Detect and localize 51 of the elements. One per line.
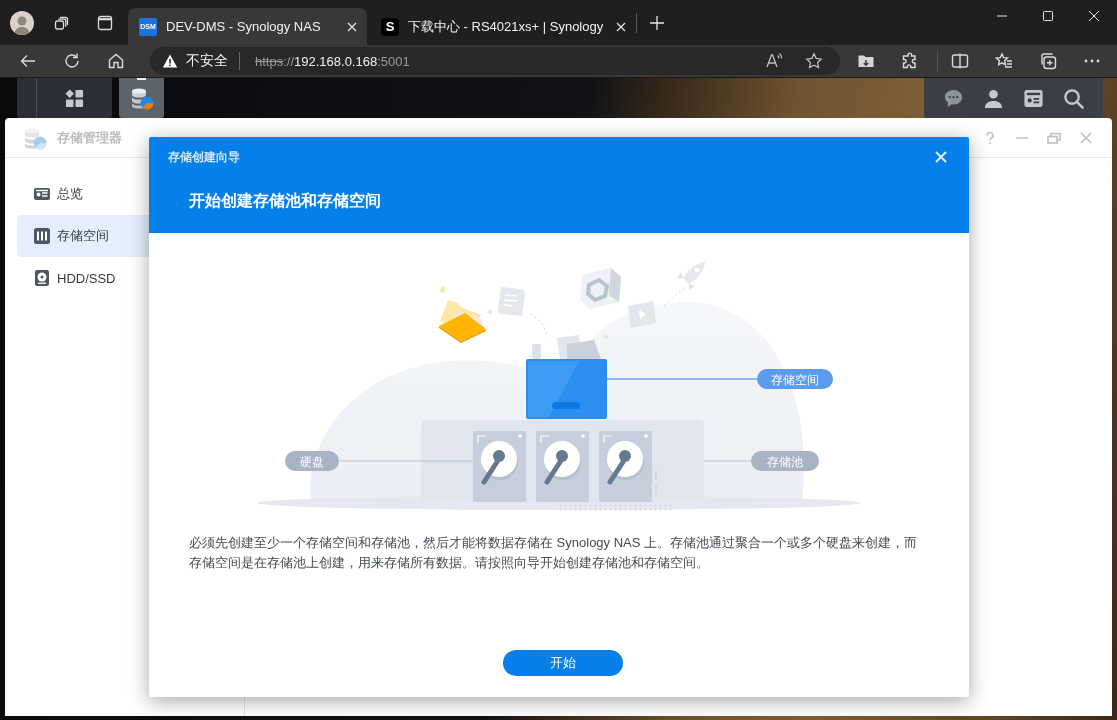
widget-icon[interactable] — [1022, 87, 1044, 109]
confetti-icon — [487, 309, 493, 315]
description-text: 必须先创建至少一个存储空间和存储池，然后才能将数据存储在 Synology NAS 上。存储池通过聚合一个或多个硬盘来创建，而存储空间是在存储池上创建，用来存储所有数据。请按照向导开始创建存储池和存储空间。 — [189, 534, 919, 572]
rocket-icon — [677, 262, 705, 290]
search-icon[interactable] — [1062, 87, 1084, 109]
avatar-icon[interactable] — [10, 10, 34, 35]
site-favicon: S — [381, 17, 399, 36]
close-icon[interactable] — [1089, 11, 1099, 21]
card-icon — [33, 185, 51, 203]
storage-bars-icon — [33, 227, 51, 245]
chat-icon[interactable] — [943, 87, 965, 109]
taskbar-app-button[interactable] — [119, 78, 164, 118]
star-icon[interactable] — [805, 52, 823, 70]
maximize-icon[interactable] — [1043, 11, 1053, 21]
folder-icon — [439, 286, 486, 343]
package-icon — [580, 268, 621, 309]
database-chart-icon — [23, 125, 47, 150]
favorites-icon[interactable] — [995, 52, 1013, 70]
warning-icon — [162, 53, 178, 69]
motion-trail — [529, 313, 547, 339]
active-indicator — [137, 78, 146, 80]
refresh-icon[interactable] — [63, 52, 81, 70]
video-icon — [628, 301, 656, 328]
address-bar[interactable]: 不安全 https://192.168.0.168:5001 — [150, 47, 840, 75]
site-info-button[interactable]: 不安全 — [162, 52, 228, 70]
dialog-heading: 开始创建存储池和存储空间 — [189, 191, 382, 211]
close-icon[interactable] — [616, 21, 627, 32]
collections-icon[interactable] — [1039, 52, 1057, 70]
sidebar-item[interactable]: HDD/SSD — [17, 257, 233, 299]
home-icon[interactable] — [107, 52, 125, 70]
disk-label: 硬盘 — [285, 451, 339, 471]
database-chart-icon — [129, 86, 154, 110]
main-menu-icon[interactable] — [65, 88, 84, 108]
vertical-tabs-icon[interactable] — [97, 14, 113, 31]
user-icon[interactable] — [983, 87, 1005, 109]
window-title: 存储管理器 — [57, 128, 122, 147]
volume-label: 存储空间 — [757, 369, 833, 389]
file-stack-drawing — [532, 335, 601, 359]
motion-trail — [663, 286, 686, 307]
browser-tab[interactable]: S 下载中心 - RS4021xs+ | Synology — [370, 8, 637, 45]
close-icon[interactable] — [347, 21, 357, 32]
document-icon — [497, 287, 525, 316]
start-button[interactable]: 开始 — [503, 650, 623, 676]
dialog-title: 存储创建向导 — [168, 150, 240, 164]
split-screen-icon[interactable] — [951, 52, 969, 70]
workspaces-icon[interactable] — [54, 14, 70, 31]
read-aloud-icon[interactable] — [765, 52, 783, 70]
pool-label: 存储池 — [751, 451, 819, 471]
back-icon[interactable] — [19, 52, 37, 70]
puzzle-icon[interactable] — [901, 52, 919, 70]
plus-icon[interactable] — [649, 14, 666, 31]
